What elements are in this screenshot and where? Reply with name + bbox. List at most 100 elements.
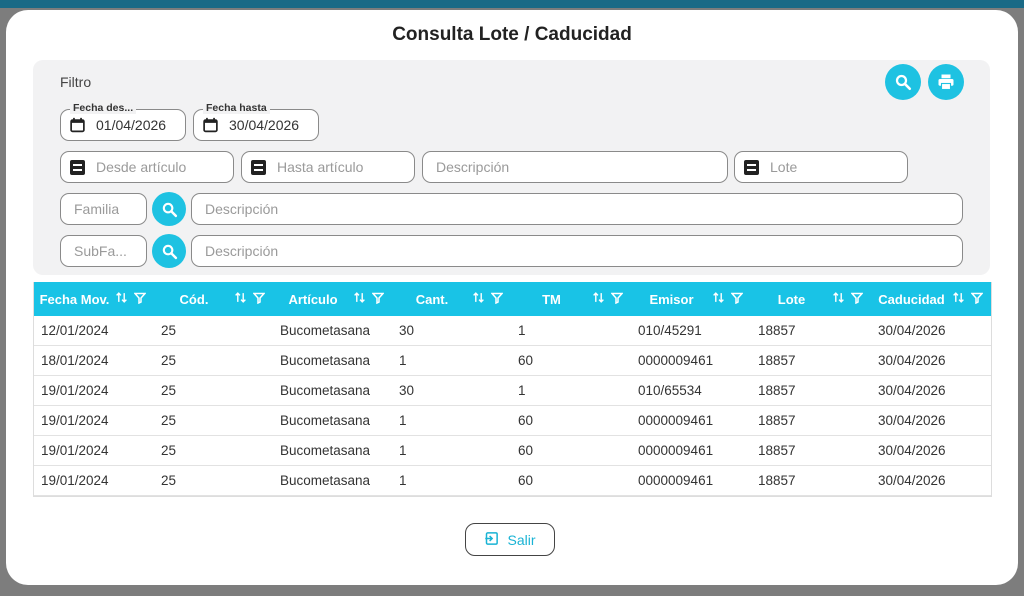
table-row[interactable]: 19/01/2024 25 Bucometasana 1 60 00000094… xyxy=(34,435,991,466)
familia-field[interactable]: Familia xyxy=(60,193,147,225)
table-row[interactable]: 18/01/2024 25 Bucometasana 1 60 00000094… xyxy=(34,345,991,376)
sort-icon[interactable] xyxy=(832,291,845,307)
subfamilia-descripcion-placeholder: Descripción xyxy=(205,243,279,259)
cell-cod: 25 xyxy=(154,405,273,436)
cell-caducidad: 30/04/2026 xyxy=(871,316,991,346)
print-icon xyxy=(938,74,954,91)
fecha-hasta-value: 30/04/2026 xyxy=(229,117,300,133)
desde-articulo-field[interactable]: Desde artículo xyxy=(60,151,234,183)
dialog-title: Consulta Lote / Caducidad xyxy=(392,24,632,45)
cell-fecha-mov: 19/01/2024 xyxy=(34,465,154,496)
filter-icon[interactable] xyxy=(371,292,385,307)
desde-articulo-placeholder: Desde artículo xyxy=(96,159,187,175)
table-row[interactable]: 19/01/2024 25 Bucometasana 1 60 00000094… xyxy=(34,465,991,496)
column-header-lote[interactable]: Lote xyxy=(751,282,871,316)
cell-articulo: Bucometasana xyxy=(273,316,392,346)
document-icon xyxy=(743,159,760,176)
cell-fecha-mov: 12/01/2024 xyxy=(34,316,154,346)
sort-icon[interactable] xyxy=(353,291,366,307)
sort-icon[interactable] xyxy=(952,291,965,307)
filter-icon[interactable] xyxy=(850,292,864,307)
exit-icon xyxy=(484,531,499,549)
familia-descripcion-field[interactable]: Descripción xyxy=(191,193,963,225)
lote-placeholder: Lote xyxy=(770,159,798,175)
subfamilia-descripcion-field[interactable]: Descripción xyxy=(191,235,963,267)
subfamilia-search-button[interactable] xyxy=(152,234,186,268)
cell-tm: 1 xyxy=(511,375,631,406)
cell-emisor: 0000009461 xyxy=(631,435,751,466)
search-button[interactable] xyxy=(885,64,921,100)
filter-icon[interactable] xyxy=(610,292,624,307)
cell-cant: 1 xyxy=(392,465,511,496)
search-icon xyxy=(895,74,912,91)
subfamilia-field[interactable]: SubFa... xyxy=(60,235,147,267)
cell-articulo: Bucometasana xyxy=(273,465,392,496)
filter-icon[interactable] xyxy=(133,292,147,307)
cell-lote: 18857 xyxy=(751,435,871,466)
column-header-cod[interactable]: Cód. xyxy=(154,282,273,316)
cell-cant: 1 xyxy=(392,405,511,436)
cell-caducidad: 30/04/2026 xyxy=(871,375,991,406)
cell-cant: 30 xyxy=(392,316,511,346)
search-icon xyxy=(162,202,177,217)
sort-icon[interactable] xyxy=(234,291,247,307)
filter-label: Filtro xyxy=(60,74,92,90)
sort-icon[interactable] xyxy=(472,291,485,307)
cell-articulo: Bucometasana xyxy=(273,345,392,376)
descripcion-articulo-field[interactable]: Descripción xyxy=(422,151,728,183)
descripcion-articulo-placeholder: Descripción xyxy=(436,159,510,175)
cell-emisor: 010/65534 xyxy=(631,375,751,406)
sort-icon[interactable] xyxy=(712,291,725,307)
cell-caducidad: 30/04/2026 xyxy=(871,435,991,466)
cell-cant: 1 xyxy=(392,435,511,466)
sort-icon[interactable] xyxy=(115,291,128,307)
familia-descripcion-placeholder: Descripción xyxy=(205,201,279,217)
table-row[interactable]: 12/01/2024 25 Bucometasana 30 1 010/4529… xyxy=(34,316,991,346)
calendar-icon[interactable] xyxy=(202,117,219,134)
filter-icon[interactable] xyxy=(730,292,744,307)
column-header-articulo[interactable]: Artículo xyxy=(273,282,392,316)
filter-icon[interactable] xyxy=(490,292,504,307)
cell-caducidad: 30/04/2026 xyxy=(871,405,991,436)
cell-cod: 25 xyxy=(154,375,273,406)
salir-button[interactable]: Salir xyxy=(465,523,555,556)
column-header-cant[interactable]: Cant. xyxy=(392,282,511,316)
column-header-tm[interactable]: TM xyxy=(511,282,631,316)
cell-emisor: 0000009461 xyxy=(631,465,751,496)
filter-icon[interactable] xyxy=(970,292,984,307)
cell-cod: 25 xyxy=(154,345,273,376)
cell-tm: 60 xyxy=(511,405,631,436)
cell-tm: 60 xyxy=(511,435,631,466)
cell-emisor: 010/45291 xyxy=(631,316,751,346)
cell-cod: 25 xyxy=(154,465,273,496)
fecha-hasta-field[interactable]: Fecha hasta 30/04/2026 xyxy=(193,102,319,141)
familia-search-button[interactable] xyxy=(152,192,186,226)
cell-cant: 30 xyxy=(392,375,511,406)
table-row[interactable]: 19/01/2024 25 Bucometasana 1 60 00000094… xyxy=(34,405,991,436)
hasta-articulo-field[interactable]: Hasta artículo xyxy=(241,151,415,183)
fecha-desde-field[interactable]: Fecha des... 01/04/2026 xyxy=(60,102,186,141)
table-row[interactable]: 19/01/2024 25 Bucometasana 30 1 010/6553… xyxy=(34,375,991,406)
subfamilia-placeholder: SubFa... xyxy=(74,243,127,259)
background-top-bar xyxy=(0,0,1024,8)
filter-panel: Filtro Fecha des... 01/04/2026 Fecha has… xyxy=(33,60,990,275)
cell-tm: 60 xyxy=(511,465,631,496)
cell-caducidad: 30/04/2026 xyxy=(871,465,991,496)
calendar-icon[interactable] xyxy=(69,117,86,134)
cell-lote: 18857 xyxy=(751,316,871,346)
column-header-fecha-mov[interactable]: Fecha Mov. xyxy=(34,282,154,316)
cell-lote: 18857 xyxy=(751,345,871,376)
cell-cod: 25 xyxy=(154,435,273,466)
document-icon xyxy=(250,159,267,176)
sort-icon[interactable] xyxy=(592,291,605,307)
filter-icon[interactable] xyxy=(252,292,266,307)
cell-articulo: Bucometasana xyxy=(273,405,392,436)
print-button[interactable] xyxy=(928,64,964,100)
cell-lote: 18857 xyxy=(751,405,871,436)
column-header-emisor[interactable]: Emisor xyxy=(631,282,751,316)
lote-field[interactable]: Lote xyxy=(734,151,908,183)
cell-cod: 25 xyxy=(154,316,273,346)
column-header-caducidad[interactable]: Caducidad xyxy=(871,282,991,316)
cell-cant: 1 xyxy=(392,345,511,376)
cell-emisor: 0000009461 xyxy=(631,405,751,436)
